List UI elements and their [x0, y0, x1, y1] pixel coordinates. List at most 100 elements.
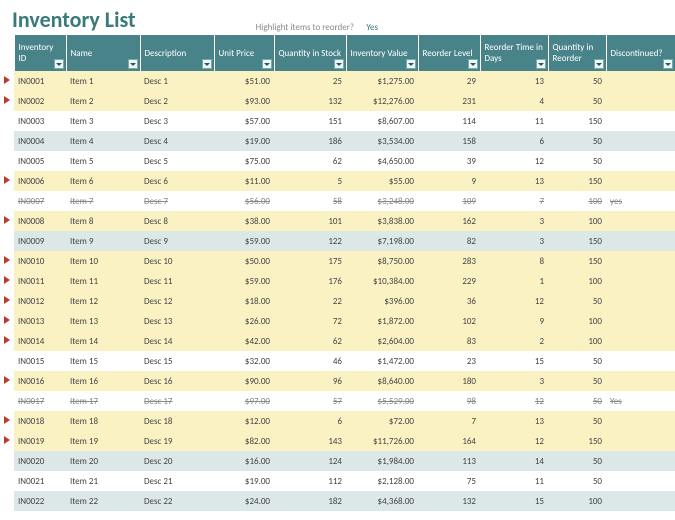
table-row[interactable]: IN0013Item 13Desc 13$26.0072$1,872.00102… — [0, 311, 675, 331]
filter-dropdown-icon[interactable] — [334, 59, 344, 69]
filter-dropdown-icon[interactable] — [468, 59, 478, 69]
filter-dropdown-icon[interactable] — [406, 59, 416, 69]
cell: 150 — [548, 251, 606, 271]
cell: Item 3 — [66, 111, 140, 131]
cell: Desc 18 — [140, 411, 214, 431]
column-header[interactable]: Quantity in Stock — [274, 35, 346, 71]
cell: Yes — [606, 391, 675, 411]
filter-dropdown-icon[interactable] — [128, 59, 138, 69]
flag-cell — [0, 251, 14, 271]
cell: 132 — [418, 491, 480, 511]
column-header[interactable]: Unit Price — [214, 35, 274, 71]
cell: 151 — [274, 111, 346, 131]
cell: Desc 15 — [140, 351, 214, 371]
cell: Item 11 — [66, 271, 140, 291]
table-row[interactable]: IN0018Item 18Desc 18$12.006$72.0071350 — [0, 411, 675, 431]
cell: IN0018 — [14, 411, 66, 431]
table-row[interactable]: IN0006Item 6Desc 6$11.005$55.00913150 — [0, 171, 675, 191]
cell: 100 — [548, 491, 606, 511]
table-row[interactable]: IN0002Item 2Desc 2$93.00132$12,276.00231… — [0, 91, 675, 111]
cell: $90.00 — [214, 371, 274, 391]
table-row[interactable]: IN0021Item 21Desc 21$19.00112$2,128.0075… — [0, 471, 675, 491]
table-row[interactable]: IN0011Item 11Desc 11$59.00176$10,384.002… — [0, 271, 675, 291]
table-row[interactable]: IN0008Item 8Desc 8$38.00101$3,838.001623… — [0, 211, 675, 231]
table-row[interactable]: IN0001Item 1Desc 1$51.0025$1,275.0029135… — [0, 71, 675, 91]
cell: $19.00 — [214, 471, 274, 491]
cell: 102 — [418, 311, 480, 331]
cell: 50 — [548, 131, 606, 151]
cell: $1,872.00 — [346, 311, 418, 331]
table-row[interactable]: IN0015Item 15Desc 15$32.0046$1,472.00231… — [0, 351, 675, 371]
cell: $12.00 — [214, 411, 274, 431]
column-header[interactable]: Discontinued? — [606, 35, 675, 71]
cell: 182 — [274, 491, 346, 511]
table-row[interactable]: IN0004Item 4Desc 4$19.00186$3,534.001586… — [0, 131, 675, 151]
cell: $8,640.00 — [346, 371, 418, 391]
cell: IN0022 — [14, 491, 66, 511]
cell: Item 7 — [66, 191, 140, 211]
column-header-label: Reorder Time in Days — [485, 42, 543, 64]
cell: 231 — [418, 91, 480, 111]
cell: 229 — [418, 271, 480, 291]
highlight-toggle: Highlight items to reorder? Yes — [256, 20, 378, 33]
cell: Desc 12 — [140, 291, 214, 311]
table-row[interactable]: IN0020Item 20Desc 20$16.00124$1,984.0011… — [0, 451, 675, 471]
table-row[interactable]: IN0005Item 5Desc 5$75.0062$4,650.0039125… — [0, 151, 675, 171]
column-header[interactable]: Inventory Value — [346, 35, 418, 71]
cell: 109 — [418, 191, 480, 211]
table-row[interactable]: IN0022Item 22Desc 22$24.00182$4,368.0013… — [0, 491, 675, 511]
cell: $32.00 — [214, 351, 274, 371]
cell — [606, 411, 675, 431]
cell: Item 20 — [66, 451, 140, 471]
cell: Desc 7 — [140, 191, 214, 211]
cell: 143 — [274, 431, 346, 451]
filter-dropdown-icon[interactable] — [202, 59, 212, 69]
cell: 122 — [274, 231, 346, 251]
filter-dropdown-icon[interactable] — [663, 59, 673, 69]
table-row[interactable]: IN0019Item 19Desc 19$82.00143$11,726.001… — [0, 431, 675, 451]
column-header[interactable]: Inventory ID — [14, 35, 66, 71]
flag-cell — [0, 131, 14, 151]
reorder-flag-icon — [4, 316, 10, 324]
table-row[interactable]: IN0010Item 10Desc 10$50.00175$8,750.0028… — [0, 251, 675, 271]
cell: 15 — [480, 491, 548, 511]
cell: 13 — [480, 71, 548, 91]
cell: 29 — [418, 71, 480, 91]
column-header-label: Description — [145, 48, 187, 59]
highlight-value[interactable]: Yes — [366, 22, 378, 33]
reorder-flag-icon — [4, 276, 10, 284]
table-header: Inventory IDNameDescriptionUnit PriceQua… — [0, 35, 675, 71]
cell: IN0001 — [14, 71, 66, 91]
cell: 7 — [418, 411, 480, 431]
cell: $55.00 — [346, 171, 418, 191]
filter-dropdown-icon[interactable] — [536, 59, 546, 69]
table-row[interactable]: IN0012Item 12Desc 12$18.0022$396.0036125… — [0, 291, 675, 311]
flag-cell — [0, 491, 14, 511]
cell: IN0015 — [14, 351, 66, 371]
column-header[interactable]: Reorder Level — [418, 35, 480, 71]
column-header[interactable]: Quantity in Reorder — [548, 35, 606, 71]
cell: 11 — [480, 471, 548, 491]
table-row[interactable]: IN0016Item 16Desc 16$90.0096$8,640.00180… — [0, 371, 675, 391]
table-row[interactable]: IN0009Item 9Desc 9$59.00122$7,198.008231… — [0, 231, 675, 251]
table-row[interactable]: IN0014Item 14Desc 14$42.0062$2,604.00832… — [0, 331, 675, 351]
cell: Desc 19 — [140, 431, 214, 451]
table-row[interactable]: IN0003Item 3Desc 3$57.00151$8,607.001141… — [0, 111, 675, 131]
filter-dropdown-icon[interactable] — [262, 59, 272, 69]
column-header[interactable]: Reorder Time in Days — [480, 35, 548, 71]
cell: Item 15 — [66, 351, 140, 371]
table-row[interactable]: IN0007Item 7Desc 7$56.0058$3,248.0010971… — [0, 191, 675, 211]
reorder-flag-icon — [4, 336, 10, 344]
cell: IN0017 — [14, 391, 66, 411]
cell: Item 8 — [66, 211, 140, 231]
cell: 1 — [480, 271, 548, 291]
filter-dropdown-icon[interactable] — [54, 59, 64, 69]
cell: IN0014 — [14, 331, 66, 351]
cell: 50 — [548, 391, 606, 411]
flag-cell — [0, 471, 14, 491]
column-header[interactable]: Name — [66, 35, 140, 71]
table-row[interactable]: IN0017Item 17Desc 17$97.0057$5,529.00981… — [0, 391, 675, 411]
filter-dropdown-icon[interactable] — [594, 59, 604, 69]
column-header[interactable]: Description — [140, 35, 214, 71]
cell: 132 — [274, 91, 346, 111]
